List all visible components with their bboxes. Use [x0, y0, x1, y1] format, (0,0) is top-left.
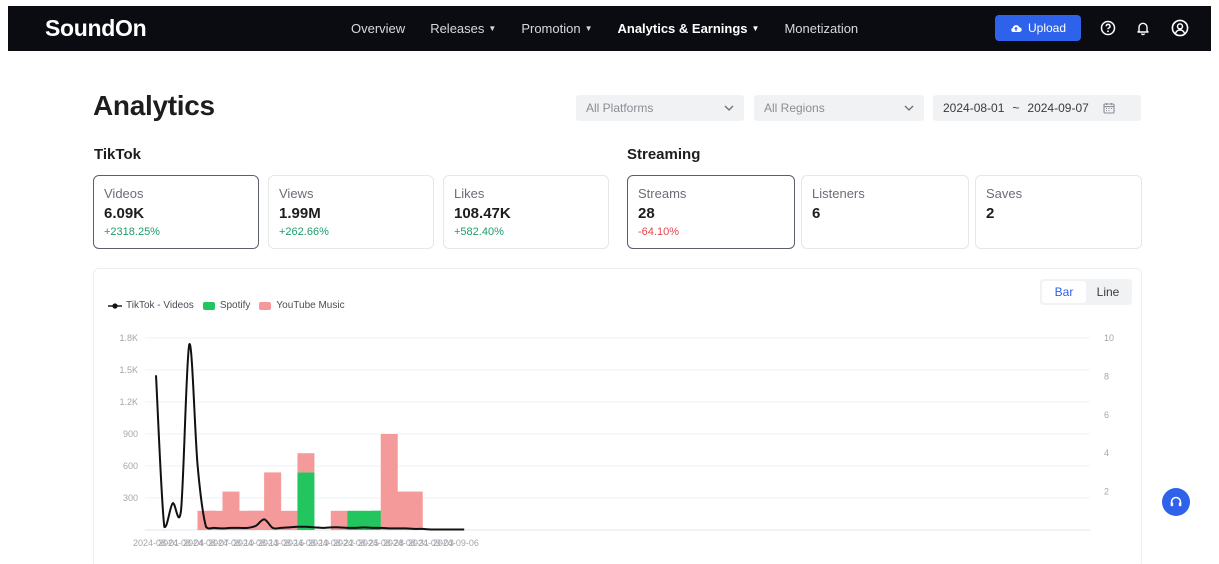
y-tick-label-right: 4 — [1104, 448, 1109, 458]
spotify-bar — [297, 472, 315, 530]
x-tick-label: 2024-09-06 — [433, 538, 479, 548]
page: SoundOn Overview Releases ▼ Promotion ▼ An… — [0, 0, 1219, 564]
youtube-music-bar — [405, 491, 423, 530]
y-tick-label-right: 6 — [1104, 410, 1109, 420]
analytics-chart: 3006009001.2K1.5K1.8K2468102024-08-01202… — [119, 333, 1114, 548]
y-tick-label-left: 900 — [123, 429, 138, 439]
headset-icon — [1170, 496, 1182, 507]
y-tick-label-left: 300 — [123, 493, 138, 503]
youtube-music-bar — [297, 453, 315, 473]
y-tick-label-right: 8 — [1104, 371, 1109, 381]
youtube-music-bar — [380, 434, 398, 530]
support-chat-button[interactable] — [1162, 488, 1190, 516]
y-tick-label-left: 1.2K — [119, 397, 138, 407]
y-tick-label-right: 2 — [1104, 487, 1109, 497]
youtube-music-bar — [222, 491, 240, 530]
y-tick-label-left: 600 — [123, 461, 138, 471]
y-tick-label-right: 10 — [1104, 333, 1114, 343]
y-tick-label-left: 1.8K — [119, 333, 138, 343]
y-tick-label-left: 1.5K — [119, 365, 138, 375]
